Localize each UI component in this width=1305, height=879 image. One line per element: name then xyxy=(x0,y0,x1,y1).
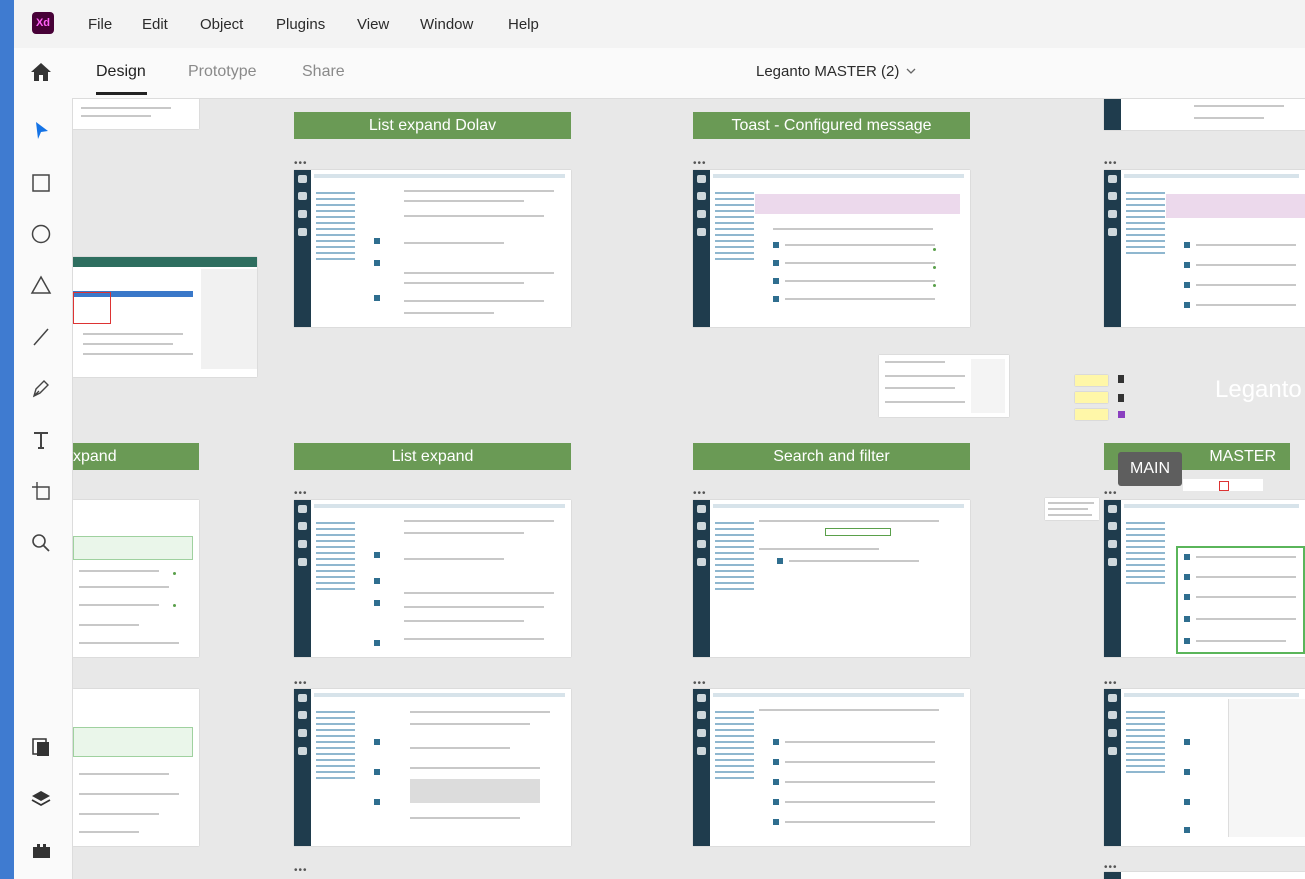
artboard-icon[interactable] xyxy=(30,480,52,502)
artboard-thumbnail[interactable] xyxy=(294,689,571,846)
artboard-expand-partial[interactable] xyxy=(73,500,199,657)
banner-expand-partial[interactable]: xpand xyxy=(73,443,199,470)
menu-help[interactable]: Help xyxy=(508,16,539,33)
artboard-options-icon[interactable]: ••• xyxy=(693,678,707,689)
artboard-options-icon[interactable]: ••• xyxy=(693,158,707,169)
polygon-icon[interactable] xyxy=(30,274,52,296)
document-title[interactable]: Leganto MASTER (2) xyxy=(756,63,899,80)
screenshot-image[interactable] xyxy=(73,257,257,377)
sticky-note[interactable] xyxy=(1075,409,1108,420)
artboard-options-icon[interactable]: ••• xyxy=(294,865,308,876)
artboard-options-icon[interactable]: ••• xyxy=(294,158,308,169)
zoom-icon[interactable] xyxy=(30,532,52,554)
home-icon[interactable] xyxy=(30,62,52,82)
artboard-options-icon[interactable]: ••• xyxy=(294,678,308,689)
artboard-options-icon[interactable]: ••• xyxy=(693,488,707,499)
design-canvas[interactable]: List expand Dolav Toast - Configured mes… xyxy=(73,99,1305,879)
active-tab-indicator xyxy=(96,92,147,95)
banner-list-expand-dolav[interactable]: List expand Dolav xyxy=(294,112,571,139)
artboard-list-expand[interactable] xyxy=(294,500,571,657)
menu-object[interactable]: Object xyxy=(200,16,243,33)
artboard-thumbnail[interactable] xyxy=(1104,170,1305,327)
tab-share[interactable]: Share xyxy=(302,63,345,81)
layers-icon[interactable] xyxy=(30,788,52,810)
banner-toast-configured-message[interactable]: Toast - Configured message xyxy=(693,112,970,139)
bell-icon xyxy=(1118,375,1124,383)
chevron-down-icon[interactable] xyxy=(906,66,916,76)
artboard-thumbnail[interactable] xyxy=(1104,99,1305,130)
artboard-options-icon[interactable]: ••• xyxy=(1104,678,1118,689)
assets-icon[interactable] xyxy=(30,736,52,758)
tab-prototype[interactable]: Prototype xyxy=(188,63,256,81)
dropdown-panel-image[interactable] xyxy=(879,355,1009,417)
tab-design[interactable]: Design xyxy=(96,63,146,81)
xd-logo-icon: Xd xyxy=(32,12,54,34)
menu-plugins[interactable]: Plugins xyxy=(276,16,325,33)
sticky-note[interactable] xyxy=(1075,375,1108,386)
menu-edit[interactable]: Edit xyxy=(142,16,168,33)
artboard-thumbnail[interactable] xyxy=(73,689,199,846)
annotation-note[interactable] xyxy=(1045,498,1099,520)
artboard-thumbnail[interactable] xyxy=(73,99,199,129)
tool-bar xyxy=(14,98,73,879)
menu-view[interactable]: View xyxy=(357,16,389,33)
artboard-master[interactable] xyxy=(1104,500,1305,657)
ellipse-icon[interactable] xyxy=(30,223,52,245)
artboard-thumbnail[interactable] xyxy=(693,689,970,846)
menu-bar: Xd File Edit Object Plugins View Window … xyxy=(14,0,1305,48)
line-icon[interactable] xyxy=(30,326,52,348)
plugins-icon[interactable] xyxy=(30,839,52,861)
lock-icon xyxy=(1118,394,1124,402)
menu-file[interactable]: File xyxy=(88,16,112,33)
menu-window[interactable]: Window xyxy=(420,16,473,33)
main-badge[interactable]: MAIN xyxy=(1118,452,1182,486)
artboard-options-icon[interactable]: ••• xyxy=(1104,158,1118,169)
select-arrow-icon[interactable] xyxy=(30,120,52,142)
pen-icon[interactable] xyxy=(30,377,52,399)
artboard-search-and-filter[interactable] xyxy=(693,500,970,657)
artboard-thumbnail[interactable] xyxy=(1104,872,1305,879)
xd-window: Xd File Edit Object Plugins View Window … xyxy=(14,0,1305,879)
leganto-watermark: Leganto xyxy=(1215,376,1302,403)
artboard-options-icon[interactable]: ••• xyxy=(1104,488,1118,499)
rectangle-icon[interactable] xyxy=(30,172,52,194)
artboard-list-expand-dolav[interactable] xyxy=(294,170,571,327)
banner-search-and-filter[interactable]: Search and filter xyxy=(693,443,970,470)
send-icon xyxy=(1118,411,1125,418)
artboard-thumbnail[interactable] xyxy=(1104,689,1305,846)
artboard-toast-configured-message[interactable] xyxy=(693,170,970,327)
mode-toolbar: Design Prototype Share Leganto MASTER (2… xyxy=(14,48,1305,99)
toolbar-snippet xyxy=(1183,479,1263,491)
sticky-note[interactable] xyxy=(1075,392,1108,403)
banner-list-expand[interactable]: List expand xyxy=(294,443,571,470)
artboard-options-icon[interactable]: ••• xyxy=(294,488,308,499)
text-icon[interactable] xyxy=(30,429,52,451)
